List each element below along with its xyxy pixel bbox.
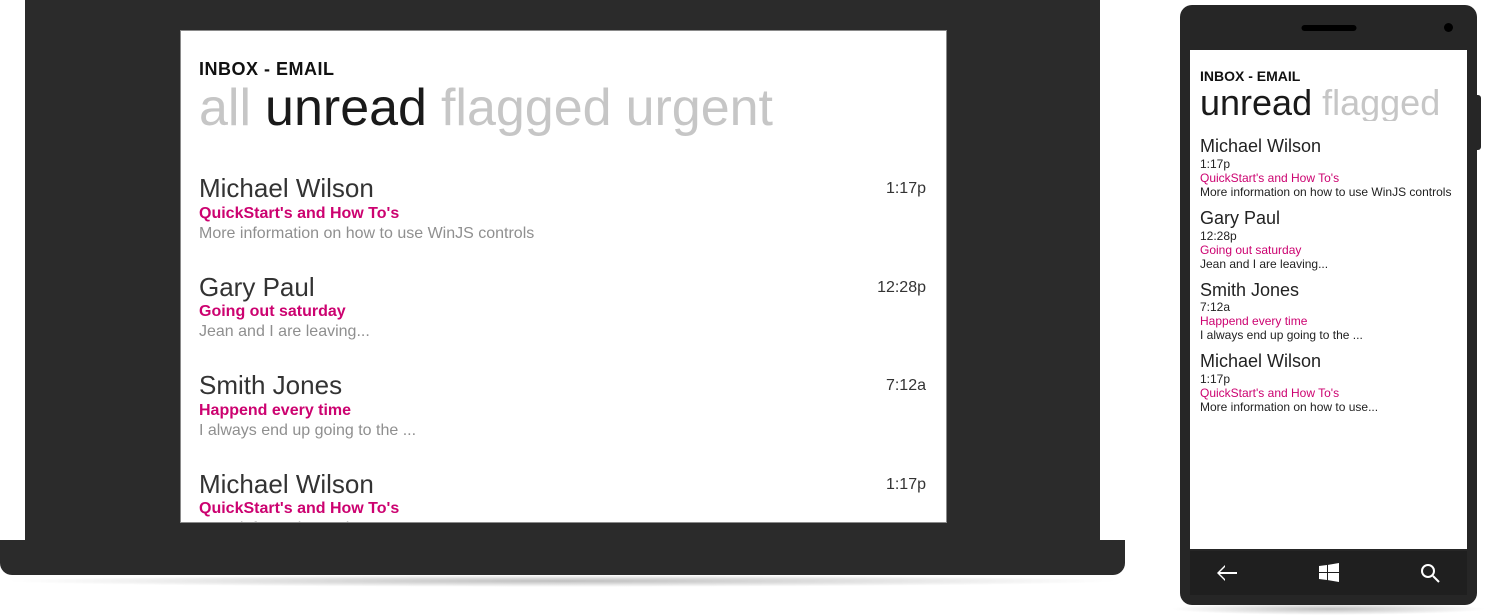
windows-icon [1319, 563, 1339, 583]
email-time: 7:12a [886, 371, 926, 395]
email-subject: Going out saturday [199, 303, 370, 321]
pivot-tabs: unread flagged [1200, 85, 1457, 121]
tab-all[interactable]: all [199, 79, 251, 137]
email-sender: Michael Wilson [1200, 352, 1457, 372]
phone-shadow [1170, 603, 1487, 615]
email-subject: QuickStart's and How To's [199, 500, 436, 518]
list-item[interactable]: Michael Wilson 1:17p QuickStart's and Ho… [1200, 352, 1457, 414]
email-sender: Smith Jones [1200, 281, 1457, 301]
list-item[interactable]: Gary Paul 12:28p Going out saturday Jean… [1200, 209, 1457, 271]
start-button[interactable] [1314, 558, 1344, 588]
email-time: 1:17p [886, 174, 926, 198]
pivot-tabs: all unreadflaggedurgent [199, 82, 926, 134]
email-preview: More information on how to use WinJS con… [1200, 185, 1457, 199]
email-time: 1:17p [886, 470, 926, 494]
email-time: 1:17p [1200, 157, 1457, 171]
email-subject: Happend every time [199, 402, 416, 420]
page-title: INBOX - EMAIL [1200, 68, 1457, 84]
phone-device: INBOX - EMAIL unread flagged Michael Wils… [1180, 5, 1477, 605]
list-item[interactable]: Michael Wilson 1:17p QuickStart's and Ho… [1200, 137, 1457, 199]
email-preview: Jean and I are leaving... [1200, 257, 1457, 271]
phone-earpiece [1301, 25, 1356, 31]
email-sender: Michael Wilson [1200, 137, 1457, 157]
tab-unread[interactable]: unread [265, 79, 427, 137]
email-sender: Gary Paul [1200, 209, 1457, 229]
email-preview: I always end up going to the ... [199, 422, 416, 440]
list-item[interactable]: Gary Paul Going out saturday Jean and I … [199, 263, 926, 362]
email-subject: QuickStart's and How To's [1200, 386, 1457, 400]
email-subject: Going out saturday [1200, 243, 1457, 257]
email-preview: Jean and I are leaving... [199, 323, 370, 341]
search-button[interactable] [1415, 558, 1445, 588]
page-title: INBOX - EMAIL [199, 59, 926, 80]
email-time: 1:17p [1200, 372, 1457, 386]
email-sender: Michael Wilson [199, 470, 436, 499]
tab-flagged[interactable]: flagged [441, 79, 612, 137]
email-sender: Smith Jones [199, 371, 416, 400]
tablet-device: INBOX - EMAIL all unreadflaggedurgent Mic… [25, 0, 1100, 585]
tab-unread[interactable]: unread [1200, 85, 1312, 121]
email-time: 12:28p [1200, 229, 1457, 243]
list-item[interactable]: Michael Wilson QuickStart's and How To's… [199, 164, 926, 263]
phone-side-button [1477, 95, 1481, 150]
tab-flagged[interactable]: flagged [1322, 85, 1440, 121]
back-arrow-icon [1217, 565, 1237, 581]
email-sender: Gary Paul [199, 273, 370, 302]
email-subject: QuickStart's and How To's [1200, 171, 1457, 185]
list-item[interactable]: Smith Jones Happend every time I always … [199, 361, 926, 460]
email-list: Michael Wilson 1:17p QuickStart's and Ho… [1200, 137, 1457, 414]
email-subject: QuickStart's and How To's [199, 205, 534, 223]
email-time: 12:28p [877, 273, 926, 297]
phone-screen: INBOX - EMAIL unread flagged Michael Wils… [1190, 50, 1467, 549]
email-preview: I always end up going to the ... [1200, 328, 1457, 342]
phone-nav-bar [1190, 551, 1467, 595]
tablet-screen: INBOX - EMAIL all unreadflaggedurgent Mic… [180, 30, 947, 523]
search-icon [1420, 563, 1440, 583]
email-preview: More information on how to use WinJS con… [199, 225, 534, 243]
email-subject: Happend every time [1200, 314, 1457, 328]
email-sender: Michael Wilson [199, 174, 534, 203]
tablet-shadow [0, 575, 1125, 587]
email-preview: More information on how to use... [199, 520, 436, 523]
list-item[interactable]: Smith Jones 7:12a Happend every time I a… [1200, 281, 1457, 343]
phone-camera [1444, 23, 1453, 32]
email-list: Michael Wilson QuickStart's and How To's… [199, 164, 926, 523]
back-button[interactable] [1212, 558, 1242, 588]
tab-urgent[interactable]: urgent [626, 79, 773, 137]
tablet-base [0, 540, 1125, 575]
email-time: 7:12a [1200, 300, 1457, 314]
list-item[interactable]: Michael Wilson QuickStart's and How To's… [199, 460, 926, 523]
email-preview: More information on how to use... [1200, 400, 1457, 414]
